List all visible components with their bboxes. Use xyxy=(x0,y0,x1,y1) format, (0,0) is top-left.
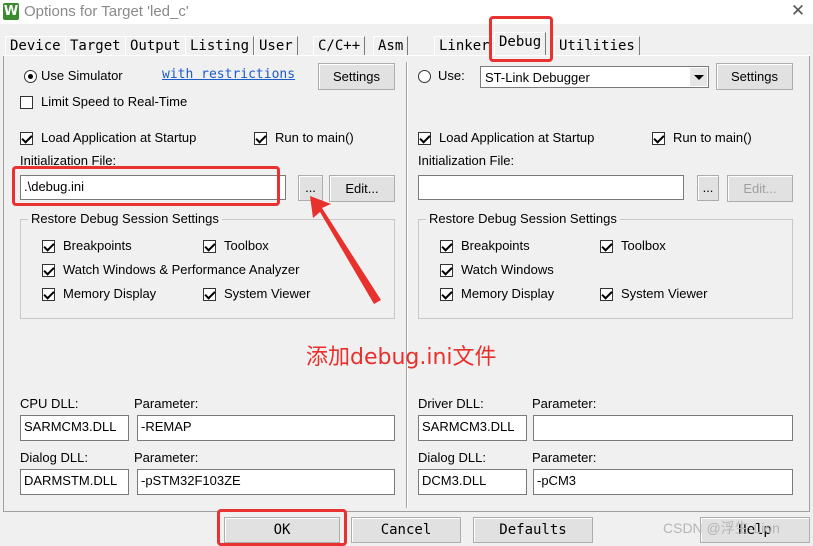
use-simulator-label: Use Simulator xyxy=(41,68,123,83)
tab-linker[interactable]: Linker xyxy=(434,36,495,56)
memory-display-checkbox-right[interactable] xyxy=(440,288,453,301)
breakpoints-label-right: Breakpoints xyxy=(461,238,530,253)
driver-dll-label: Driver DLL: xyxy=(418,396,484,411)
tab-listing[interactable]: Listing xyxy=(185,36,255,56)
dialog-dll-field-right[interactable]: DCM3.DLL xyxy=(418,469,527,495)
driver-param-label: Parameter: xyxy=(532,396,597,411)
dialog-dll-label-left: Dialog DLL: xyxy=(20,450,88,465)
dialog-dll-label-right: Dialog DLL: xyxy=(418,450,486,465)
with-restrictions-link[interactable]: with restrictions xyxy=(162,67,295,82)
toolbox-label-right: Toolbox xyxy=(621,238,666,253)
tab-cpp[interactable]: C/C++ xyxy=(313,36,366,56)
watch-windows-checkbox-right[interactable] xyxy=(440,264,453,277)
load-app-label-right: Load Application at Startup xyxy=(439,130,595,145)
chevron-down-icon[interactable] xyxy=(690,68,707,86)
run-to-main-checkbox-right[interactable] xyxy=(652,132,665,145)
restore-settings-title-right: Restore Debug Session Settings xyxy=(426,211,620,226)
tab-user[interactable]: User xyxy=(254,36,298,56)
breakpoints-checkbox-right[interactable] xyxy=(440,240,453,253)
memory-display-checkbox-left[interactable] xyxy=(42,288,55,301)
tab-output[interactable]: Output xyxy=(125,36,186,56)
options-dialog: W Options for Target 'led_c' ✕ Device Ta… xyxy=(0,0,813,546)
init-file-edit-button-right[interactable]: Edit... xyxy=(727,175,793,202)
load-app-checkbox-left[interactable] xyxy=(20,132,33,145)
restore-settings-title-left: Restore Debug Session Settings xyxy=(28,211,222,226)
toolbox-label-left: Toolbox xyxy=(224,238,269,253)
defaults-button[interactable]: Defaults xyxy=(473,517,593,543)
init-file-edit-button-left[interactable]: Edit... xyxy=(329,175,395,202)
system-viewer-checkbox-right[interactable] xyxy=(600,288,613,301)
use-debugger-label: Use: xyxy=(438,68,465,83)
breakpoints-checkbox-left[interactable] xyxy=(42,240,55,253)
init-file-highlight xyxy=(12,166,280,206)
tab-utilities[interactable]: Utilities xyxy=(554,36,640,56)
dialog-param-label-left: Parameter: xyxy=(134,450,199,465)
debugger-select[interactable]: ST-Link Debugger xyxy=(480,66,709,88)
driver-param-field[interactable] xyxy=(533,415,793,441)
system-viewer-label-right: System Viewer xyxy=(621,286,708,301)
debug-tab-highlight xyxy=(489,16,553,62)
debugger-select-value: ST-Link Debugger xyxy=(485,70,590,85)
dialog-param-field-right[interactable]: -pCM3 xyxy=(533,469,793,495)
run-to-main-checkbox-left[interactable] xyxy=(254,132,267,145)
system-viewer-label-left: System Viewer xyxy=(224,286,311,301)
cpu-param-field[interactable]: -REMAP xyxy=(137,415,395,441)
watch-windows-label-right: Watch Windows xyxy=(461,262,554,277)
driver-dll-field[interactable]: SARMCM3.DLL xyxy=(418,415,527,441)
annotation-text: 添加debug.ini文件 xyxy=(306,345,497,370)
toolbox-checkbox-right[interactable] xyxy=(600,240,613,253)
cpu-param-label: Parameter: xyxy=(134,396,199,411)
tab-device[interactable]: Device xyxy=(5,36,66,56)
tab-asm[interactable]: Asm xyxy=(373,36,409,56)
init-file-label-right: Initialization File: xyxy=(418,153,515,168)
run-to-main-label-left: Run to main() xyxy=(275,130,354,145)
use-debugger-radio[interactable] xyxy=(418,70,431,83)
load-app-label-left: Load Application at Startup xyxy=(41,130,197,145)
init-file-input-right[interactable] xyxy=(418,175,684,200)
watermark: CSDN @浮生-Lion xyxy=(663,520,780,536)
memory-display-label-right: Memory Display xyxy=(461,286,555,301)
tab-target[interactable]: Target xyxy=(65,36,126,56)
debugger-settings-button[interactable]: Settings xyxy=(716,63,793,90)
keil-app-icon: W xyxy=(3,3,19,20)
close-icon[interactable]: ✕ xyxy=(786,0,810,22)
watch-windows-checkbox-left[interactable] xyxy=(42,264,55,277)
init-file-browse-button-left[interactable]: ... xyxy=(298,175,323,201)
panel-divider xyxy=(406,62,408,508)
memory-display-label-left: Memory Display xyxy=(63,286,157,301)
init-file-browse-button-right[interactable]: ... xyxy=(697,175,719,201)
limit-speed-checkbox[interactable] xyxy=(20,96,33,109)
dialog-param-field-left[interactable]: -pSTM32F103ZE xyxy=(137,469,395,495)
run-to-main-label-right: Run to main() xyxy=(673,130,752,145)
title-bar: W Options for Target 'led_c' ✕ xyxy=(0,0,813,24)
ok-button-highlight xyxy=(217,509,347,546)
dialog-dll-field-left[interactable]: DARMSTM.DLL xyxy=(20,469,129,495)
load-app-checkbox-right[interactable] xyxy=(418,132,431,145)
cpu-dll-field[interactable]: SARMCM3.DLL xyxy=(20,415,129,441)
window-title: Options for Target 'led_c' xyxy=(24,3,189,20)
toolbox-checkbox-left[interactable] xyxy=(203,240,216,253)
cpu-dll-label: CPU DLL: xyxy=(20,396,79,411)
dialog-param-label-right: Parameter: xyxy=(532,450,597,465)
watch-windows-label-left: Watch Windows & Performance Analyzer xyxy=(63,262,300,277)
limit-speed-label: Limit Speed to Real-Time xyxy=(41,94,188,109)
simulator-settings-button[interactable]: Settings xyxy=(318,63,395,90)
use-simulator-radio[interactable] xyxy=(24,70,37,83)
breakpoints-label-left: Breakpoints xyxy=(63,238,132,253)
cancel-button[interactable]: Cancel xyxy=(351,517,461,543)
system-viewer-checkbox-left[interactable] xyxy=(203,288,216,301)
